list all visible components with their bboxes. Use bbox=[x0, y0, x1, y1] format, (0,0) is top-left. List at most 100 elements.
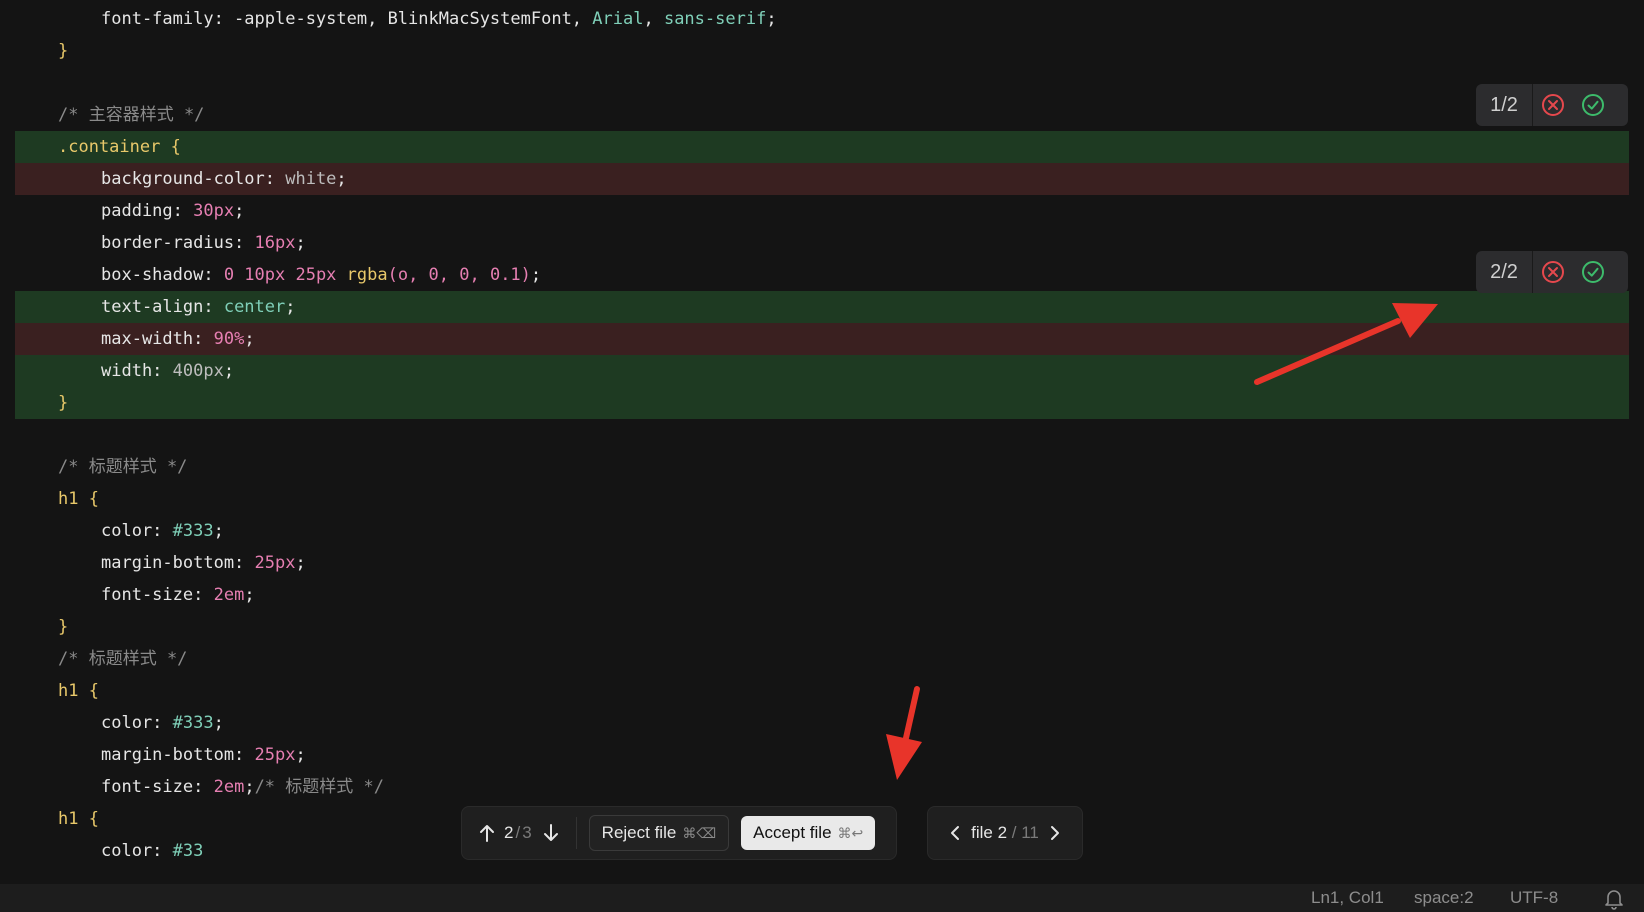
code-token: ; bbox=[234, 201, 245, 221]
code-token: h1 { bbox=[58, 489, 99, 509]
code-line: font-size: 2em;/* 标题样式 */ bbox=[15, 771, 1629, 803]
code-line: box-shadow: 0 10px 25px rgba(o, 0, 0, 0.… bbox=[15, 259, 1629, 291]
arrow-up-icon bbox=[480, 825, 494, 842]
code-token: h1 { bbox=[58, 681, 99, 701]
cursor-position[interactable]: Ln1, Col1 bbox=[1311, 888, 1384, 908]
code-token: 25px bbox=[254, 553, 296, 573]
reject-file-button[interactable]: Reject file ⌘⌫ bbox=[588, 815, 730, 851]
accept-circle-icon bbox=[1582, 94, 1604, 116]
previous-file-button[interactable] bbox=[942, 820, 968, 846]
code-token: ; bbox=[213, 713, 224, 733]
code-token: ; bbox=[295, 553, 306, 573]
change-counter-sep: / bbox=[515, 823, 521, 842]
hunk-controls-2: 2/2 bbox=[1476, 251, 1628, 293]
code-token: color: bbox=[101, 713, 173, 733]
code-token: #333 bbox=[172, 713, 214, 733]
code-token: ; bbox=[213, 521, 224, 541]
previous-change-button[interactable] bbox=[474, 820, 500, 846]
reject-shortcut: ⌘⌫ bbox=[682, 824, 717, 841]
code-token: margin-bottom: bbox=[101, 745, 255, 765]
code-text: width: 400px; bbox=[101, 355, 234, 387]
code-token: /* 标题样式 */ bbox=[254, 777, 384, 797]
code-token: margin-bottom: bbox=[101, 553, 255, 573]
next-file-button[interactable] bbox=[1042, 820, 1068, 846]
code-line: color: #333; bbox=[15, 515, 1629, 547]
code-token: h1 { bbox=[58, 809, 99, 829]
chevron-right-icon bbox=[1051, 826, 1059, 840]
code-token: 16px bbox=[254, 233, 296, 253]
code-line: } bbox=[15, 611, 1629, 643]
code-text: padding: 30px; bbox=[101, 195, 244, 227]
code-token: max-width: bbox=[101, 329, 214, 349]
accept-hunk-button[interactable] bbox=[1573, 84, 1613, 126]
code-text: max-width: 90%; bbox=[101, 323, 255, 355]
status-bar: Ln1, Col1 space:2 UTF-8 bbox=[0, 884, 1644, 912]
code-token: white bbox=[285, 169, 337, 189]
code-text: font-size: 2em; bbox=[101, 579, 255, 611]
code-line: margin-bottom: 25px; bbox=[15, 739, 1629, 771]
reject-hunk-button[interactable] bbox=[1533, 251, 1573, 293]
code-line: text-align: center; bbox=[15, 291, 1629, 323]
code-text: /* 标题样式 */ bbox=[58, 451, 187, 483]
code-token: text-align: bbox=[101, 297, 224, 317]
code-text: /* 标题样式 */ bbox=[58, 643, 187, 675]
arrow-down-icon bbox=[543, 824, 558, 841]
code-line: width: 400px; bbox=[15, 355, 1629, 387]
accept-file-button[interactable]: Accept file ⌘↩ bbox=[741, 816, 876, 850]
code-line: margin-bottom: 25px; bbox=[15, 547, 1629, 579]
code-text: } bbox=[58, 611, 68, 643]
code-token: 400px bbox=[172, 361, 224, 381]
code-token: width: bbox=[101, 361, 173, 381]
code-text: font-family: -apple-system, BlinkMacSyst… bbox=[101, 3, 777, 35]
code-token: rgba bbox=[346, 265, 388, 285]
code-token: /* 主容器样式 */ bbox=[58, 105, 205, 125]
code-text: border-radius: 16px; bbox=[101, 227, 306, 259]
code-token: ; bbox=[285, 297, 296, 317]
code-line: h1 { bbox=[15, 675, 1629, 707]
code-line: .container { bbox=[15, 131, 1629, 163]
file-encoding[interactable]: UTF-8 bbox=[1510, 888, 1558, 908]
reject-hunk-button[interactable] bbox=[1533, 84, 1573, 126]
code-token: 30px bbox=[193, 201, 235, 221]
code-token: color: bbox=[101, 841, 173, 861]
next-change-button[interactable] bbox=[538, 820, 564, 846]
code-text: margin-bottom: 25px; bbox=[101, 739, 306, 771]
code-token: font-size: bbox=[101, 777, 214, 797]
code-line: } bbox=[15, 387, 1629, 419]
code-token: } bbox=[58, 393, 69, 413]
code-line: } bbox=[15, 35, 1629, 67]
code-token: /* 标题样式 */ bbox=[58, 457, 188, 477]
code-text: margin-bottom: 25px; bbox=[101, 547, 306, 579]
code-token: center bbox=[223, 297, 286, 317]
code-text: /* 主容器样式 */ bbox=[58, 99, 204, 131]
code-token: .container { bbox=[58, 137, 181, 157]
code-token: ; bbox=[336, 169, 347, 189]
code-line: border-radius: 16px; bbox=[15, 227, 1629, 259]
code-token: box-shadow: bbox=[101, 265, 224, 285]
code-editor[interactable]: font-family: -apple-system, BlinkMacSyst… bbox=[0, 0, 1644, 884]
accept-hunk-button[interactable] bbox=[1573, 251, 1613, 293]
file-counter-total: 11 bbox=[1021, 823, 1039, 842]
code-token: sans-serif bbox=[663, 9, 767, 29]
reject-circle-icon bbox=[1542, 94, 1564, 116]
code-token: background-color: bbox=[101, 169, 286, 189]
code-line: font-family: -apple-system, BlinkMacSyst… bbox=[15, 3, 1629, 35]
code-text: color: #333; bbox=[101, 515, 224, 547]
toolbar-divider bbox=[575, 817, 577, 849]
code-token: ; bbox=[244, 329, 255, 349]
hunk-index: 1/2 bbox=[1476, 84, 1533, 126]
code-text: h1 { bbox=[58, 483, 99, 515]
indentation-setting[interactable]: space:2 bbox=[1414, 888, 1474, 908]
file-counter-sep: / bbox=[1011, 823, 1017, 842]
code-token: , bbox=[643, 9, 664, 29]
code-text: } bbox=[58, 387, 68, 419]
hunk-controls-1: 1/2 bbox=[1476, 84, 1628, 126]
file-navigator: file 2 / 11 bbox=[927, 806, 1083, 860]
code-token: color: bbox=[101, 521, 173, 541]
chevron-left-icon bbox=[951, 826, 959, 840]
code-text: font-size: 2em;/* 标题样式 */ bbox=[101, 771, 384, 803]
accept-file-label: Accept file bbox=[753, 823, 832, 842]
code-text: color: #333; bbox=[101, 707, 224, 739]
bell-icon[interactable] bbox=[1604, 888, 1624, 910]
